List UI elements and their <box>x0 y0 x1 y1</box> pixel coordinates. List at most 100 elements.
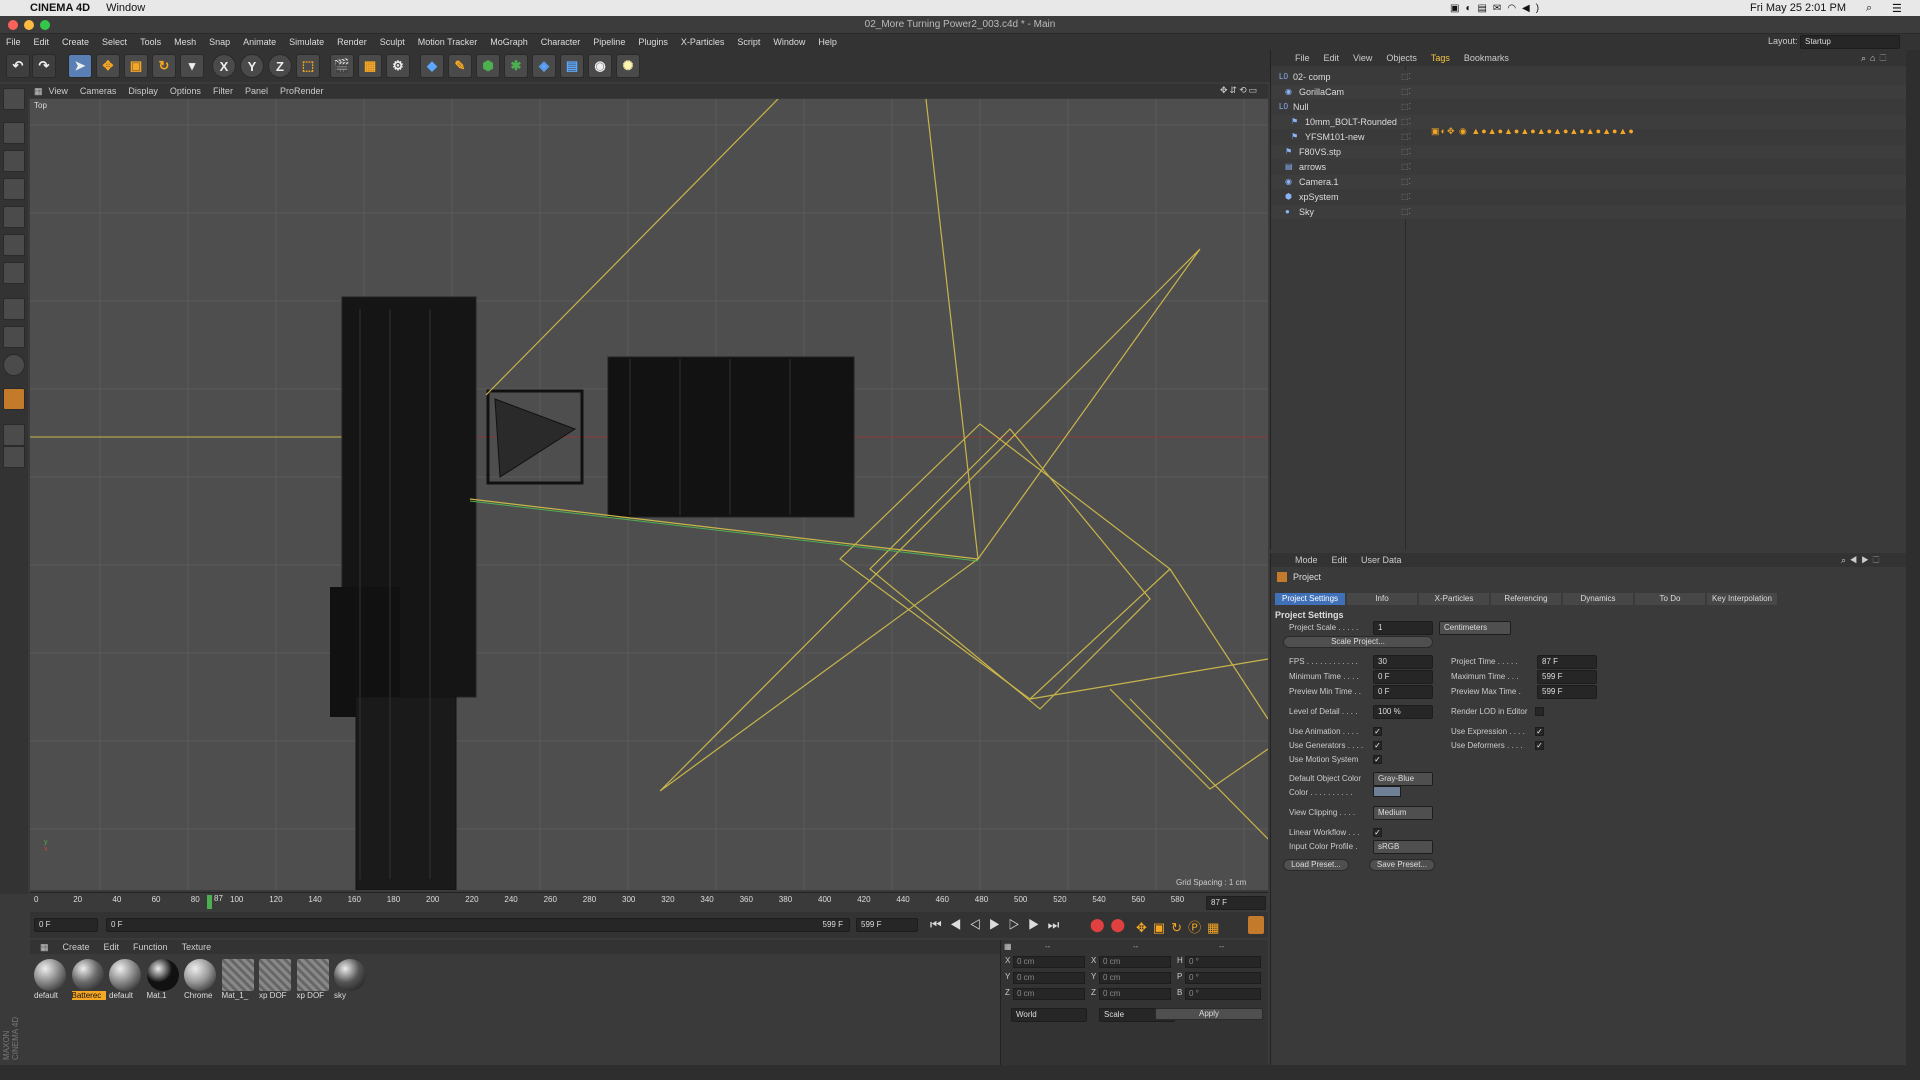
menu-script[interactable]: Script <box>737 37 760 47</box>
material-swatch[interactable]: Mat.1 <box>146 959 181 1003</box>
layout-select[interactable]: Startup <box>1800 35 1900 49</box>
object-row[interactable]: ◉ GorillaCam ⬚⁚ <box>1271 85 1907 99</box>
use-expression-checkbox[interactable]: ✓ <box>1535 727 1544 736</box>
coord-world-select[interactable]: World <box>1011 1008 1087 1022</box>
redo-icon[interactable]: ↷ <box>32 54 56 78</box>
pen-spline-icon[interactable]: ✎ <box>448 54 472 78</box>
object-menu-file[interactable]: File <box>1295 53 1310 63</box>
visibility-toggle-icon[interactable]: ⬚⁚ <box>1401 100 1411 114</box>
tab-key-interpolation[interactable]: Key Interpolation <box>1707 593 1777 605</box>
rotate-tool-icon[interactable]: ↻ <box>152 54 176 78</box>
cube-icon[interactable]: ◆ <box>420 54 444 78</box>
min-time-field[interactable]: 0 F <box>1373 670 1433 684</box>
clock[interactable]: Fri May 25 2:01 PM <box>1750 2 1846 14</box>
use-deformers-checkbox[interactable]: ✓ <box>1535 741 1544 750</box>
menu-file[interactable]: File <box>6 37 21 47</box>
menu-mesh[interactable]: Mesh <box>174 37 196 47</box>
input-profile-select[interactable]: sRGB <box>1373 840 1433 854</box>
viewport-menu-prorender[interactable]: ProRender <box>280 86 324 96</box>
color-swatch[interactable] <box>1373 786 1401 797</box>
use-motion-checkbox[interactable]: ✓ <box>1373 755 1382 764</box>
tab-info[interactable]: Info <box>1347 593 1417 605</box>
playhead[interactable] <box>207 895 212 909</box>
solo-icon[interactable] <box>3 354 25 376</box>
menu-motion-tracker[interactable]: Motion Tracker <box>418 37 478 47</box>
menu-mograph[interactable]: MoGraph <box>490 37 528 47</box>
material-swatch[interactable]: xp DOF <box>296 959 331 1003</box>
object-row[interactable]: L0 02- comp ⬚⁚ <box>1271 70 1907 84</box>
material-swatch[interactable]: xp DOF <box>259 959 293 1003</box>
object-row[interactable]: ⬢ xpSystem ⬚⁚ <box>1271 190 1907 204</box>
undo-icon[interactable]: ↶ <box>6 54 30 78</box>
zoom-icon[interactable] <box>40 20 50 30</box>
save-preset-button[interactable]: Save Preset... <box>1369 859 1435 871</box>
menu-list-icon[interactable]: ☰ <box>1892 2 1902 15</box>
playback-controls[interactable]: ⏮◀◁▶▷▶⏭ <box>930 917 1067 933</box>
viewport-menu-cameras[interactable]: Cameras <box>80 86 117 96</box>
lod-field[interactable]: 100 % <box>1373 705 1433 719</box>
record-keys-icon[interactable]: ⬤⬤ <box>1090 917 1131 933</box>
coord-rotation-field[interactable]: 0 ° <box>1185 972 1261 984</box>
timeline-menu-icon[interactable] <box>1248 916 1264 934</box>
coord-position-field[interactable]: 0 cm <box>1013 956 1085 968</box>
coordinate-system-icon[interactable]: ⬚ <box>296 54 320 78</box>
menu-animate[interactable]: Animate <box>243 37 276 47</box>
render-view-icon[interactable]: 🎬 <box>330 54 354 78</box>
viewport-menu-options[interactable]: Options <box>170 86 201 96</box>
project-scale-unit-select[interactable]: Centimeters <box>1439 621 1511 635</box>
y-axis-lock-button[interactable]: Y <box>240 54 264 78</box>
apply-button[interactable]: Apply <box>1155 1008 1263 1020</box>
preview-max-field[interactable]: 599 F <box>1537 685 1597 699</box>
mac-app-name[interactable]: CINEMA 4D <box>30 2 90 14</box>
viewport-menu-filter[interactable]: Filter <box>213 86 233 96</box>
menu-simulate[interactable]: Simulate <box>289 37 324 47</box>
render-lod-checkbox[interactable] <box>1535 707 1544 716</box>
load-preset-button[interactable]: Load Preset... <box>1283 859 1349 871</box>
tab-referencing[interactable]: Referencing <box>1491 593 1561 605</box>
visibility-toggle-icon[interactable]: ⬚⁚ <box>1401 145 1411 159</box>
attribute-menu-user-data[interactable]: User Data <box>1361 555 1402 565</box>
object-row[interactable]: ▤ arrows ⬚⁚ <box>1271 160 1907 174</box>
visibility-toggle-icon[interactable]: ⬚⁚ <box>1401 85 1411 99</box>
tab-to-do[interactable]: To Do <box>1635 593 1705 605</box>
menu-plugins[interactable]: Plugins <box>638 37 668 47</box>
object-row[interactable]: ⚑ F80VS.stp ⬚⁚ <box>1271 145 1907 159</box>
tab-dynamics[interactable]: Dynamics <box>1563 593 1633 605</box>
menu-character[interactable]: Character <box>541 37 581 47</box>
texture-mode-icon[interactable] <box>3 150 25 172</box>
move-tool-icon[interactable]: ✥ <box>96 54 120 78</box>
material-swatch[interactable]: Chrome <box>184 959 218 1003</box>
menu-pipeline[interactable]: Pipeline <box>593 37 625 47</box>
subdivision-icon[interactable]: ⬢ <box>476 54 500 78</box>
scale-tool-icon[interactable]: ▣ <box>124 54 148 78</box>
workplane-icon[interactable] <box>3 424 25 446</box>
range-slider[interactable]: 0 F 599 F <box>106 918 850 932</box>
coord-rotation-field[interactable]: 0 ° <box>1185 956 1261 968</box>
points-mode-icon[interactable] <box>3 206 25 228</box>
viewport-top[interactable]: Top Grid Spacing : 1 cm yx <box>30 99 1268 890</box>
menu-x-particles[interactable]: X-Particles <box>681 37 725 47</box>
viewport-menu-display[interactable]: Display <box>128 86 158 96</box>
axis-mode-icon[interactable] <box>3 298 25 320</box>
recent-tool-icon[interactable]: ▾ <box>180 54 204 78</box>
make-editable-icon[interactable] <box>3 88 25 110</box>
material-menu-function[interactable]: Function <box>133 942 168 952</box>
max-time-field[interactable]: 599 F <box>1537 670 1597 684</box>
use-generators-checkbox[interactable]: ✓ <box>1373 741 1382 750</box>
material-menu-create[interactable]: Create <box>63 942 90 952</box>
visibility-toggle-icon[interactable]: ⬚⁚ <box>1401 205 1411 219</box>
object-row[interactable]: ● Sky ⬚⁚ <box>1271 205 1907 219</box>
material-swatch[interactable]: default <box>109 959 143 1003</box>
snap-icon[interactable] <box>3 388 25 410</box>
material-swatch[interactable]: default <box>34 959 68 1003</box>
object-menu-view[interactable]: View <box>1353 53 1372 63</box>
menu-sculpt[interactable]: Sculpt <box>380 37 405 47</box>
default-color-select[interactable]: Gray-Blue <box>1373 772 1433 786</box>
tab-x-particles[interactable]: X-Particles <box>1419 593 1489 605</box>
object-menu-bookmarks[interactable]: Bookmarks <box>1464 53 1509 63</box>
material-menu-edit[interactable]: Edit <box>104 942 120 952</box>
object-menu-edit[interactable]: Edit <box>1324 53 1340 63</box>
search-icon[interactable]: ⌕ <box>1866 2 1872 15</box>
visibility-toggle-icon[interactable]: ⬚⁚ <box>1401 190 1411 204</box>
array-icon[interactable]: ✱ <box>504 54 528 78</box>
